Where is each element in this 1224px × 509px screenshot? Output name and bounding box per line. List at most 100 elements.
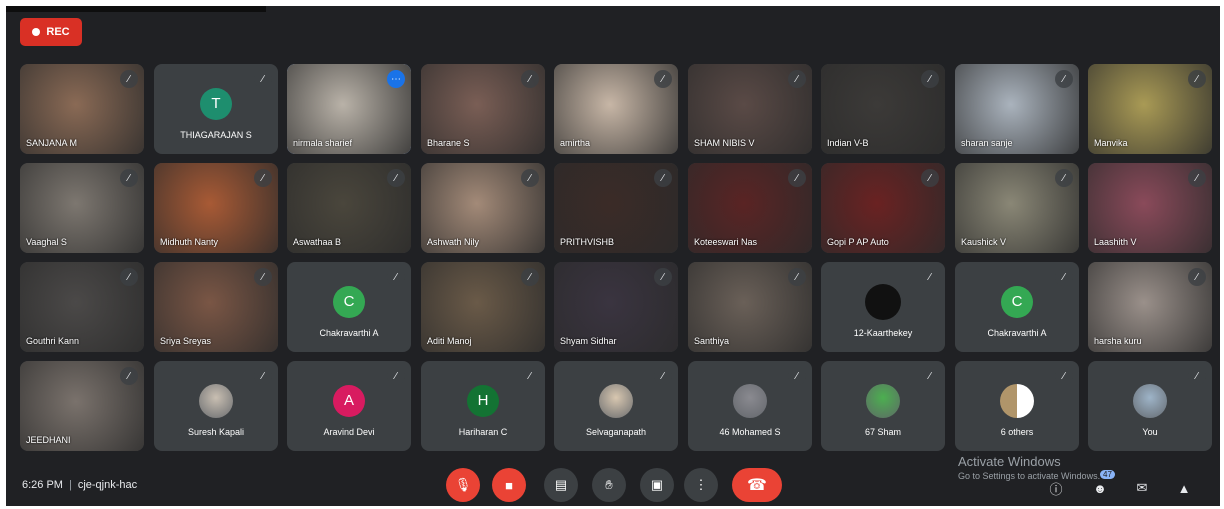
raise-hand-icon: ✋︎: [605, 477, 613, 492]
participant-name: Gouthri Kann: [26, 336, 80, 346]
participant-name: Vaaghal S: [26, 237, 67, 247]
participant-name: Kaushick V: [961, 237, 1007, 247]
participant-name: Aravind Devi: [323, 427, 375, 437]
participant-tile[interactable]: SANJANA M ∕: [20, 64, 144, 154]
mic-muted-icon: ∕: [654, 169, 672, 187]
mic-muted-icon: ∕: [387, 169, 405, 187]
participant-name: Chakravarthi A: [319, 328, 379, 338]
participant-name: PRITHVISHB: [560, 237, 615, 247]
others-avatar: [1000, 383, 1034, 418]
participant-tile[interactable]: You ∕: [1088, 361, 1212, 451]
participant-tile[interactable]: T THIAGARAJAN S ∕: [154, 64, 278, 154]
participant-tile[interactable]: SHAM NIBIS V ∕: [688, 64, 812, 154]
participant-name: Manvika: [1094, 138, 1128, 148]
participant-name: Suresh Kapali: [187, 427, 245, 437]
mic-muted-icon: ∕: [387, 268, 405, 286]
participant-tile[interactable]: Aswathaa B ∕: [287, 163, 411, 253]
participant-tile[interactable]: Laashith V ∕: [1088, 163, 1212, 253]
mic-muted-icon: ∕: [120, 367, 138, 385]
more-options-icon: ⋮: [694, 477, 708, 492]
participant-tile[interactable]: Santhiya ∕: [688, 262, 812, 352]
participant-tile[interactable]: nirmala sharief ⋯: [287, 64, 411, 154]
camera-off-icon: ■: [505, 477, 513, 493]
participant-tile[interactable]: A Aravind Devi ∕: [287, 361, 411, 451]
mic-muted-icon: ∕: [254, 169, 272, 187]
participant-tile[interactable]: 6 others ∕: [955, 361, 1079, 451]
chat-icon: ✉: [1136, 480, 1148, 495]
participant-tile[interactable]: amirtha ∕: [554, 64, 678, 154]
participant-tile[interactable]: Gouthri Kann ∕: [20, 262, 144, 352]
participant-tile[interactable]: Indian V-B ∕: [821, 64, 945, 154]
participant-name: Koteeswari Nas: [694, 237, 758, 247]
participant-tile[interactable]: H Hariharan C ∕: [421, 361, 545, 451]
meeting-info: 6:26 PM | cje-qjnk-hac: [22, 479, 137, 491]
mic-muted-icon: ∕: [921, 367, 939, 385]
participant-tile[interactable]: harsha kuru ∕: [1088, 262, 1212, 352]
mic-muted-icon: ∕: [654, 70, 672, 88]
participant-tile[interactable]: C Chakravarthi A ∕: [955, 262, 1079, 352]
participant-tile[interactable]: PRITHVISHB ∕: [554, 163, 678, 253]
mic-muted-icon: ∕: [654, 268, 672, 286]
participants-count-badge: 47: [1100, 470, 1115, 479]
activities-button[interactable]: ▲: [1174, 478, 1194, 498]
participant-initial-avatar: C: [333, 285, 365, 318]
mic-muted-icon: ∕: [521, 367, 539, 385]
participant-tile[interactable]: 46 Mohamed S ∕: [688, 361, 812, 451]
participant-tile[interactable]: Koteeswari Nas ∕: [688, 163, 812, 253]
participant-initial-avatar: H: [467, 384, 499, 417]
end-call-button[interactable]: ☎︎: [732, 468, 782, 502]
more-options-icon[interactable]: ⋯: [387, 70, 405, 88]
participant-tile[interactable]: Suresh Kapali ∕: [154, 361, 278, 451]
participant-tile[interactable]: Midhuth Nanty ∕: [154, 163, 278, 253]
bottom-bar: 6:26 PM | cje-qjnk-hac 🎙︎ ■ ▤ ✋︎ ▣ ⋮ ☎︎: [6, 454, 1220, 506]
camera-toggle-button[interactable]: ■: [492, 468, 526, 502]
participant-name: 12-Kaarthekey: [853, 328, 913, 338]
participant-tile[interactable]: Shyam Sidhar ∕: [554, 262, 678, 352]
meeting-details-button[interactable]: ⓘ: [1046, 478, 1066, 498]
participant-name: 67 Sham: [864, 427, 902, 437]
participant-tile[interactable]: Bharane S ∕: [421, 64, 545, 154]
participant-name: 46 Mohamed S: [719, 427, 781, 437]
participant-initial-avatar: T: [200, 87, 232, 120]
participant-tile[interactable]: Gopi P AP Auto ∕: [821, 163, 945, 253]
top-strip: [6, 6, 266, 12]
microphone-toggle-button[interactable]: 🎙︎: [446, 468, 480, 502]
mic-muted-icon: ∕: [1188, 268, 1206, 286]
participant-tile[interactable]: Aditi Manoj ∕: [421, 262, 545, 352]
present-icon: ▣: [650, 477, 664, 492]
participant-name: Santhiya: [694, 336, 730, 346]
mic-muted-icon: ∕: [1055, 268, 1073, 286]
separator: |: [68, 479, 72, 491]
participant-tile[interactable]: 12-Kaarthekey ∕: [821, 262, 945, 352]
mic-muted-icon: ∕: [788, 367, 806, 385]
participant-tile[interactable]: Selvaganapath ∕: [554, 361, 678, 451]
more-options-button[interactable]: ⋮: [684, 468, 718, 502]
raise-hand-button[interactable]: ✋︎: [592, 468, 626, 502]
present-button[interactable]: ▣: [640, 468, 674, 502]
participant-name: Sriya Sreyas: [160, 336, 212, 346]
participant-tile[interactable]: JEEDHANI ∕: [20, 361, 144, 451]
participant-tile[interactable]: C Chakravarthi A ∕: [287, 262, 411, 352]
mic-muted-icon: ∕: [254, 367, 272, 385]
mic-muted-icon: ∕: [788, 268, 806, 286]
chat-button[interactable]: ✉: [1132, 478, 1152, 498]
participant-tile[interactable]: sharan sanje ∕: [955, 64, 1079, 154]
participant-tile[interactable]: Kaushick V ∕: [955, 163, 1079, 253]
activate-windows-watermark: Activate Windows Go to Settings to activ…: [958, 454, 1100, 481]
participant-tile[interactable]: Ashwath Nily ∕: [421, 163, 545, 253]
mic-muted-icon: ∕: [120, 268, 138, 286]
mic-muted-icon: ∕: [1055, 367, 1073, 385]
participant-tile[interactable]: Manvika ∕: [1088, 64, 1212, 154]
meeting-window: REC SANJANA M ∕ T THIAGARAJAN S ∕ nirmala sha…: [6, 6, 1220, 506]
mic-muted-icon: ∕: [788, 169, 806, 187]
participant-name: You: [1142, 427, 1158, 437]
captions-button[interactable]: ▤: [544, 468, 578, 502]
activate-windows-title: Activate Windows: [958, 454, 1061, 469]
participant-tile[interactable]: 67 Sham ∕: [821, 361, 945, 451]
participant-tile[interactable]: Sriya Sreyas ∕: [154, 262, 278, 352]
recording-indicator: REC: [20, 18, 82, 46]
participant-logo-avatar: [865, 283, 901, 320]
participant-name: nirmala sharief: [293, 138, 353, 148]
people-button[interactable]: ☻: [1090, 478, 1110, 498]
participant-tile[interactable]: Vaaghal S ∕: [20, 163, 144, 253]
